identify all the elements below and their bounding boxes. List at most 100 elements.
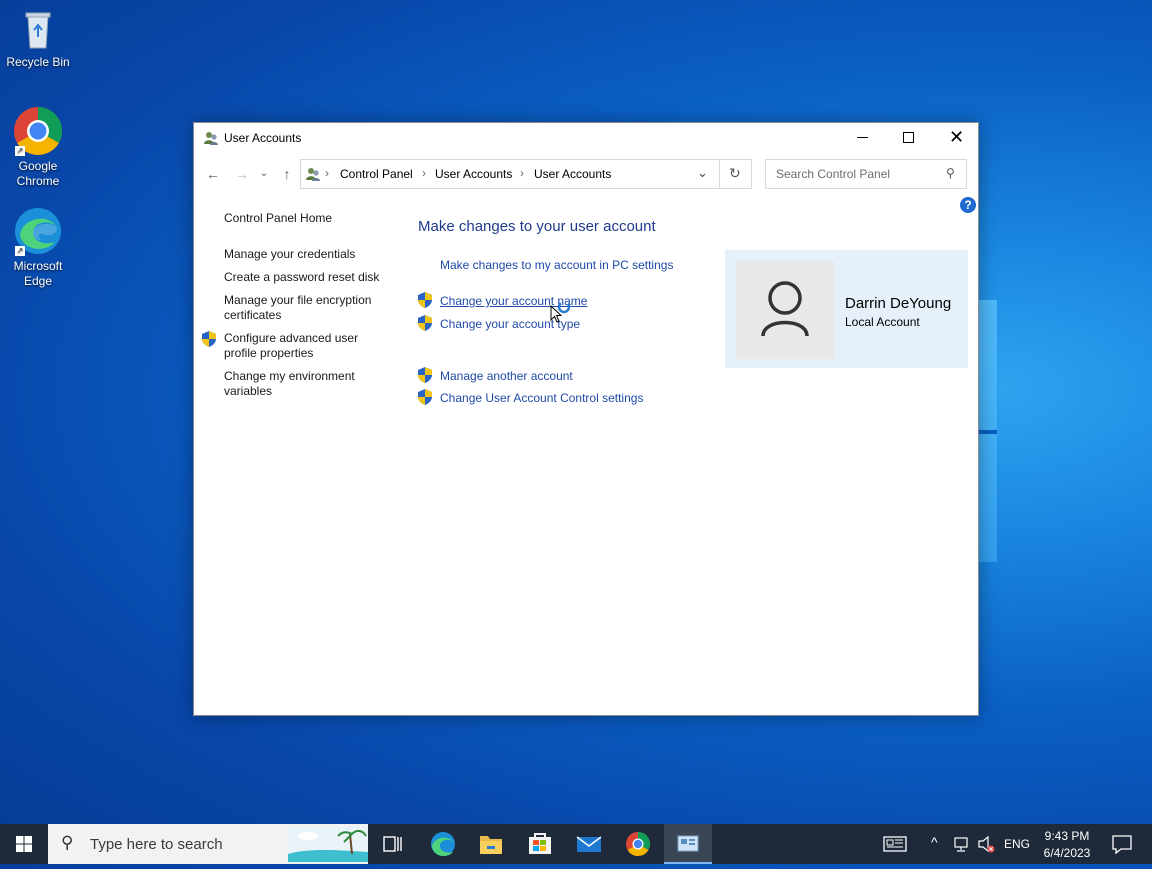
account-type: Local Account xyxy=(845,315,920,329)
edge-icon: ↗ xyxy=(13,206,63,256)
minimize-button[interactable] xyxy=(840,123,886,153)
search-icon: ⚲ xyxy=(946,166,955,180)
close-icon: ✕ xyxy=(949,127,965,147)
control-panel-home-link[interactable]: Control Panel Home xyxy=(224,211,332,226)
task-view-button[interactable] xyxy=(370,824,416,864)
clock-time: 9:43 PM xyxy=(1044,829,1090,843)
up-button[interactable]: ↑ xyxy=(278,165,296,183)
volume-muted-icon xyxy=(978,835,995,853)
maximize-button[interactable] xyxy=(886,123,932,153)
user-accounts-window: User Accounts ✕ ← → ⌄ ↑ › Control Panel … xyxy=(193,122,979,716)
desktop-icon-label: Microsoft Edge xyxy=(13,259,63,288)
address-bar[interactable]: › Control Panel › User Accounts › User A… xyxy=(300,159,720,189)
uac-shield-icon xyxy=(418,367,432,383)
account-name: Darrin DeYoung xyxy=(845,295,952,312)
taskbar-chrome[interactable] xyxy=(615,824,661,864)
breadcrumb-control-panel[interactable]: Control Panel xyxy=(340,167,413,181)
arrow-right-icon: → xyxy=(235,166,249,182)
password-reset-disk-link[interactable]: Create a password reset disk xyxy=(224,270,394,285)
help-button[interactable]: ? xyxy=(960,197,976,213)
start-button[interactable] xyxy=(0,824,48,864)
uac-settings-link[interactable]: Change User Account Control settings xyxy=(440,391,643,405)
help-icon: ? xyxy=(964,198,972,212)
advanced-profile-link[interactable]: Configure advanced user profile properti… xyxy=(224,331,374,361)
news-icon xyxy=(883,836,907,852)
refresh-button[interactable]: ↻ xyxy=(719,159,752,189)
breadcrumb-separator-icon: › xyxy=(422,166,426,180)
desktop-icon-microsoft-edge[interactable]: ↗ Microsoft Edge xyxy=(0,206,76,289)
taskbar-control-panel-active[interactable] xyxy=(664,824,712,864)
search-box[interactable]: ⚲ xyxy=(765,159,967,189)
news-widget-button[interactable] xyxy=(878,824,912,864)
avatar xyxy=(736,261,834,359)
edge-icon xyxy=(431,832,455,857)
taskbar: ⚲ Type here to search ^ ENG 9:43 PM 6/4/… xyxy=(0,824,1152,869)
taskbar-file-explorer[interactable] xyxy=(468,824,514,864)
clock[interactable]: 9:43 PM 6/4/2023 xyxy=(1034,828,1100,862)
taskbar-store[interactable] xyxy=(517,824,563,864)
control-panel-icon xyxy=(677,835,699,852)
uac-shield-icon xyxy=(418,292,432,308)
search-highlight-image xyxy=(288,826,368,869)
manage-credentials-link[interactable]: Manage your credentials xyxy=(224,247,394,262)
breadcrumb-user-accounts[interactable]: User Accounts xyxy=(435,167,512,181)
search-icon: ⚲ xyxy=(61,833,74,852)
address-dropdown-icon[interactable]: ⌄ xyxy=(697,165,708,181)
breadcrumb-user-accounts-current[interactable]: User Accounts xyxy=(534,167,611,181)
maximize-icon xyxy=(903,132,914,143)
windows-logo-icon xyxy=(16,836,32,852)
breadcrumb-separator-icon: › xyxy=(520,166,524,180)
recent-locations-button[interactable]: ⌄ xyxy=(258,165,270,183)
clock-date: 6/4/2023 xyxy=(1043,846,1091,860)
recycle-bin-icon xyxy=(16,8,60,52)
chevron-down-icon: ⌄ xyxy=(259,168,269,179)
task-view-icon xyxy=(383,836,402,852)
desktop-icon-label: Recycle Bin xyxy=(6,55,70,69)
close-button[interactable]: ✕ xyxy=(932,123,978,153)
mouse-cursor-icon xyxy=(550,300,571,325)
arrow-left-icon: ← xyxy=(206,166,220,182)
store-icon xyxy=(529,833,551,854)
control-panel-icon xyxy=(305,166,321,182)
shortcut-arrow-icon: ↗ xyxy=(15,246,25,256)
manage-another-account-link[interactable]: Manage another account xyxy=(440,369,573,383)
pc-settings-link[interactable]: Make changes to my account in PC setting… xyxy=(440,258,673,272)
file-encryption-link[interactable]: Manage your file encryption certificates xyxy=(224,293,389,323)
desktop-icon-label: Google Chrome xyxy=(16,159,60,188)
uac-shield-icon xyxy=(418,315,432,331)
desktop-icon-google-chrome[interactable]: ↗ Google Chrome xyxy=(0,106,76,189)
volume-button[interactable] xyxy=(976,824,998,864)
mail-icon xyxy=(576,836,602,852)
taskbar-search-input[interactable] xyxy=(88,835,292,854)
language-indicator[interactable]: ENG xyxy=(1004,837,1030,851)
title-bar[interactable]: User Accounts ✕ xyxy=(194,123,978,153)
desktop-icon-recycle-bin[interactable]: Recycle Bin xyxy=(0,8,76,70)
folder-icon xyxy=(480,836,502,854)
uac-shield-icon xyxy=(418,389,432,405)
taskbar-search[interactable]: ⚲ xyxy=(48,824,368,869)
action-center-button[interactable] xyxy=(1104,824,1140,864)
network-button[interactable] xyxy=(952,824,974,864)
shortcut-arrow-icon: ↗ xyxy=(15,146,25,156)
navigation-bar: ← → ⌄ ↑ › Control Panel › User Accounts … xyxy=(194,159,978,189)
environment-variables-link[interactable]: Change my environment variables xyxy=(224,369,374,399)
user-icon xyxy=(761,281,809,337)
taskbar-edge[interactable] xyxy=(420,824,466,864)
minimize-icon xyxy=(857,137,868,138)
taskbar-mail[interactable] xyxy=(566,824,612,864)
forward-button[interactable]: → xyxy=(233,165,251,183)
uac-shield-icon xyxy=(202,331,216,347)
chrome-icon xyxy=(626,831,650,856)
window-title: User Accounts xyxy=(224,131,302,145)
chrome-icon: ↗ xyxy=(13,106,63,156)
notification-icon xyxy=(1112,835,1132,855)
refresh-icon: ↻ xyxy=(729,165,741,181)
chevron-up-icon: ^ xyxy=(931,834,938,850)
breadcrumb-separator-icon: › xyxy=(325,166,329,180)
page-title: Make changes to your user account xyxy=(418,218,656,235)
search-input[interactable] xyxy=(774,166,938,182)
show-hidden-icons-button[interactable]: ^ xyxy=(928,824,948,864)
arrow-up-icon: ↑ xyxy=(283,166,291,182)
back-button[interactable]: ← xyxy=(204,165,222,183)
account-tile: Darrin DeYoung Local Account xyxy=(725,250,968,368)
